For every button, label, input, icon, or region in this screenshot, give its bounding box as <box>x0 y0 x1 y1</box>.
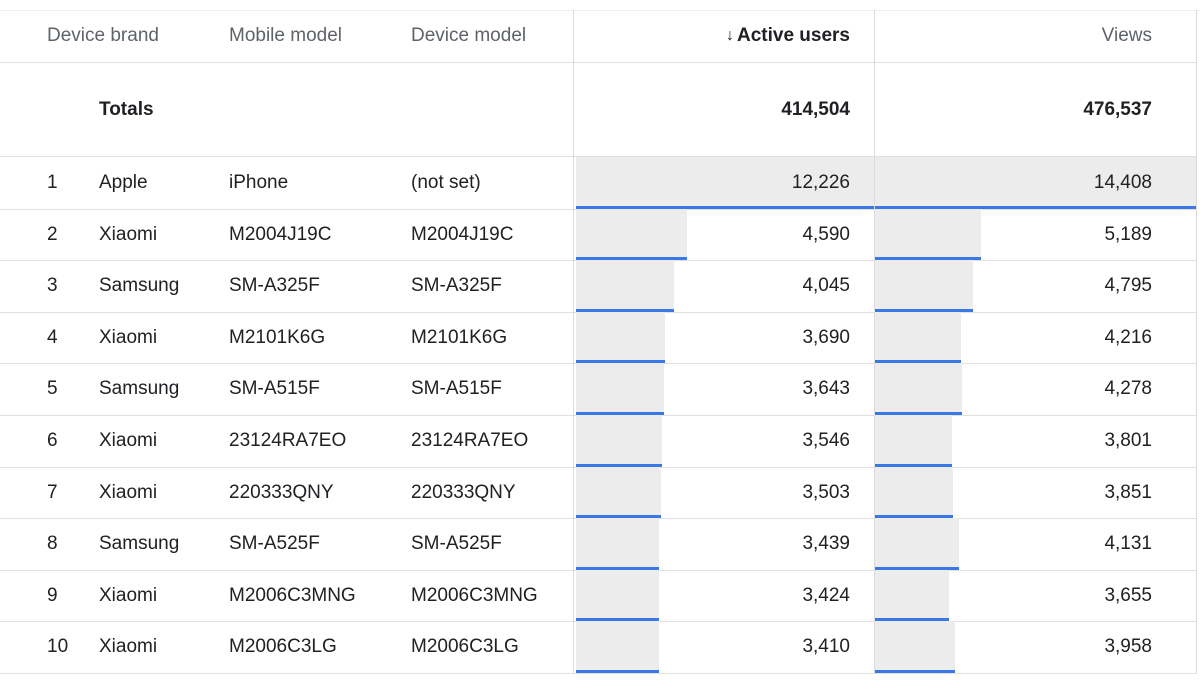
row-index: 5 <box>47 378 58 399</box>
views-cell: 5,189 <box>1104 223 1152 245</box>
table-row[interactable]: 1 Apple iPhone (not set) 12,226 14,408 <box>0 157 1196 210</box>
mobile-model-cell: SM-A325F <box>229 275 320 296</box>
totals-views: 476,537 <box>1083 98 1152 120</box>
device-brand-cell: Xiaomi <box>99 223 158 245</box>
views-cell: 14,408 <box>1093 172 1152 193</box>
device-model-cell: M2101K6G <box>411 326 508 348</box>
views-cell: 4,278 <box>1104 378 1152 399</box>
device-model-cell: SM-A325F <box>411 275 502 296</box>
device-brand-cell: Xiaomi <box>99 481 158 503</box>
device-brand-cell: Xiaomi <box>99 326 158 348</box>
device-model-cell: 23124RA7EO <box>411 430 529 451</box>
mobile-model-cell: M2101K6G <box>229 326 326 348</box>
row-index: 9 <box>47 584 58 606</box>
views-cell: 4,795 <box>1104 275 1152 296</box>
device-model-cell: SM-A525F <box>411 533 502 554</box>
device-brand-cell: Samsung <box>99 533 180 554</box>
table-row[interactable]: 9 Xiaomi M2006C3MNG M2006C3MNG 3,424 3,655 <box>0 570 1196 622</box>
mobile-model-cell: M2004J19C <box>229 223 332 245</box>
device-brand-cell: Xiaomi <box>99 636 158 657</box>
row-index: 10 <box>47 636 69 657</box>
active-users-cell: 12,226 <box>791 172 850 193</box>
device-brand-cell: Samsung <box>99 275 180 296</box>
column-header-views[interactable]: Views <box>874 10 1152 62</box>
mobile-model-cell: 23124RA7EO <box>229 430 347 451</box>
views-cell: 3,801 <box>1104 430 1152 451</box>
active-users-cell: 3,546 <box>802 430 850 451</box>
table-row[interactable]: 4 Xiaomi M2101K6G M2101K6G 3,690 4,216 <box>0 312 1196 364</box>
active-users-cell: 3,503 <box>802 481 850 503</box>
device-model-cell: M2006C3LG <box>411 636 519 657</box>
row-index: 4 <box>47 326 58 348</box>
active-users-cell: 3,410 <box>802 636 850 657</box>
table-row[interactable]: 3 Samsung SM-A325F SM-A325F 4,045 4,795 <box>0 260 1196 313</box>
row-index: 7 <box>47 481 58 503</box>
mobile-model-cell: iPhone <box>229 172 289 193</box>
table-row[interactable]: 8 Samsung SM-A525F SM-A525F 3,439 4,131 <box>0 518 1196 571</box>
column-header-active-users-label: Active users <box>736 25 850 46</box>
device-brand-cell: Xiaomi <box>99 430 158 451</box>
table-row[interactable]: 6 Xiaomi 23124RA7EO 23124RA7EO 3,546 3,801 <box>0 415 1196 468</box>
table-row[interactable]: 10 Xiaomi M2006C3LG M2006C3LG 3,410 3,958 <box>0 621 1196 674</box>
views-cell: 4,131 <box>1104 533 1152 554</box>
device-model-cell: (not set) <box>411 172 481 193</box>
column-header-mobile-model[interactable]: Mobile model <box>229 10 342 62</box>
row-index: 8 <box>47 533 58 554</box>
mobile-model-cell: 220333QNY <box>229 481 334 503</box>
active-users-cell: 3,643 <box>802 378 850 399</box>
column-header-device-brand[interactable]: Device brand <box>47 10 159 62</box>
row-index: 6 <box>47 430 58 451</box>
column-header-active-users[interactable]: ↓ Active users <box>576 10 850 62</box>
mobile-model-cell: SM-A515F <box>229 378 320 399</box>
mobile-model-cell: M2006C3MNG <box>229 584 356 606</box>
device-brand-cell: Xiaomi <box>99 584 158 606</box>
mobile-model-cell: M2006C3LG <box>229 636 337 657</box>
views-cell: 3,655 <box>1104 584 1152 606</box>
device-model-cell: M2004J19C <box>411 223 514 245</box>
sort-descending-arrow-icon: ↓ <box>725 27 734 44</box>
totals-active-users: 414,504 <box>781 98 850 120</box>
row-index: 2 <box>47 223 58 245</box>
device-report-table: Device brand Mobile model Device model ↓… <box>0 0 1200 683</box>
views-cell: 3,851 <box>1104 481 1152 503</box>
active-users-cell: 4,045 <box>802 275 850 296</box>
column-header-device-model[interactable]: Device model <box>411 10 526 62</box>
device-model-cell: SM-A515F <box>411 378 502 399</box>
table-row[interactable]: 7 Xiaomi 220333QNY 220333QNY 3,503 3,851 <box>0 467 1196 519</box>
table-row[interactable]: 5 Samsung SM-A515F SM-A515F 3,643 4,278 <box>0 363 1196 416</box>
table-header-row: Device brand Mobile model Device model ↓… <box>0 10 1196 63</box>
totals-row: Totals 414,504 476,537 <box>0 63 1196 157</box>
row-index: 1 <box>47 172 58 193</box>
device-brand-cell: Samsung <box>99 378 180 399</box>
table-right-edge <box>1196 10 1197 674</box>
device-model-cell: M2006C3MNG <box>411 584 538 606</box>
totals-label: Totals <box>99 98 154 120</box>
active-users-cell: 4,590 <box>802 223 850 245</box>
views-cell: 4,216 <box>1104 326 1152 348</box>
device-model-cell: 220333QNY <box>411 481 516 503</box>
table-row[interactable]: 2 Xiaomi M2004J19C M2004J19C 4,590 5,189 <box>0 209 1196 261</box>
mobile-model-cell: SM-A525F <box>229 533 320 554</box>
active-users-cell: 3,439 <box>802 533 850 554</box>
active-users-cell: 3,690 <box>802 326 850 348</box>
active-users-cell: 3,424 <box>802 584 850 606</box>
device-brand-cell: Apple <box>99 172 148 193</box>
row-index: 3 <box>47 275 58 296</box>
column-divider <box>573 10 574 674</box>
views-cell: 3,958 <box>1104 636 1152 657</box>
